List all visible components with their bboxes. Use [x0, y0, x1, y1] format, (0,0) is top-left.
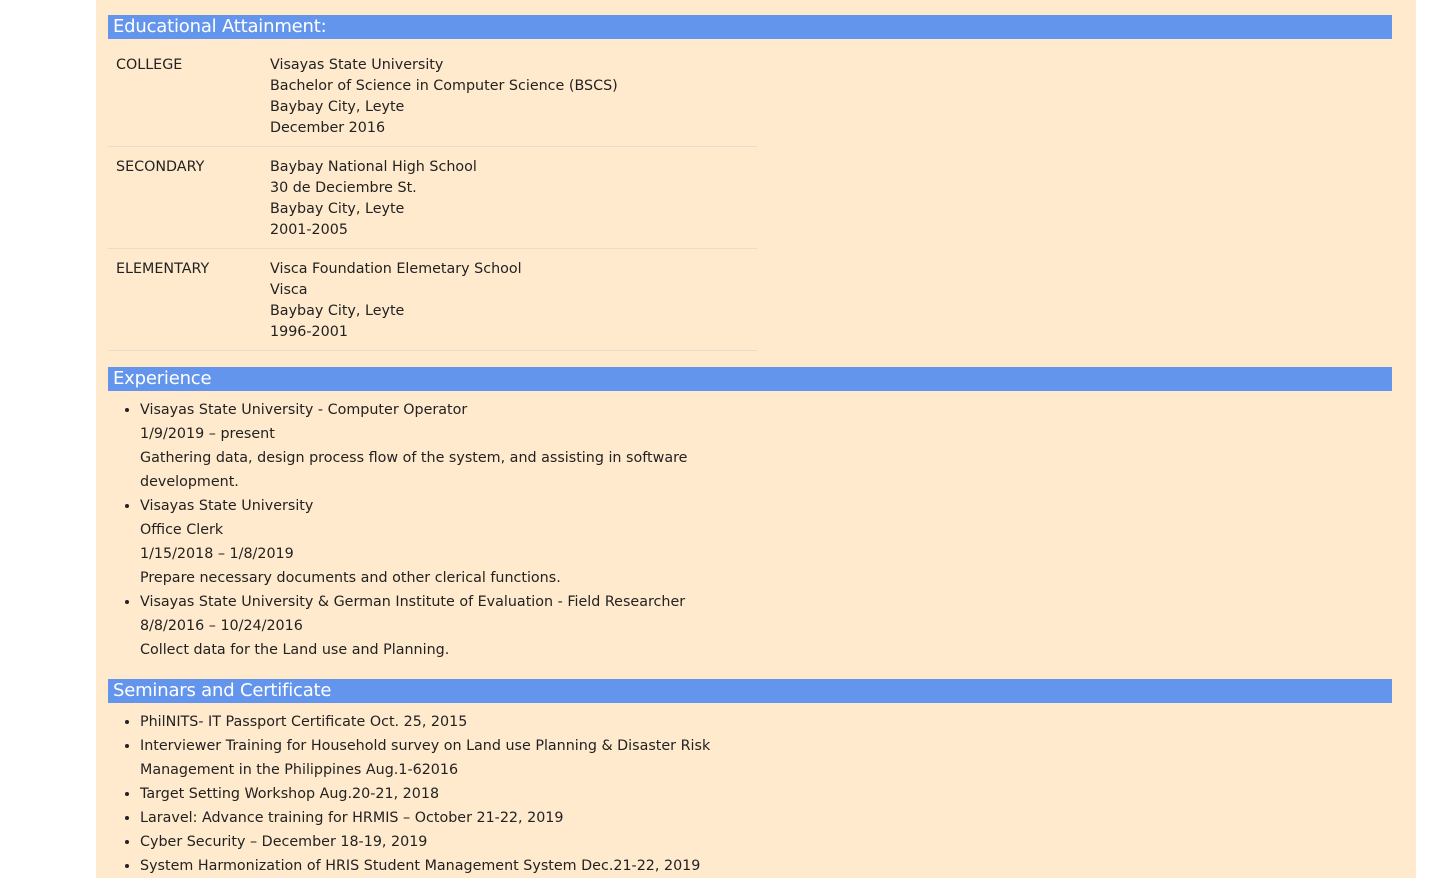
- education-level: ELEMENTARY: [116, 261, 210, 277]
- education-heading: Educational Attainment:: [108, 15, 1392, 39]
- education-level: COLLEGE: [116, 57, 183, 73]
- seminars-list: PhilNITS- IT Passport Certificate Oct. 2…: [108, 710, 720, 878]
- resume-page: Educational Attainment: COLLEGE Visayas …: [96, 0, 1416, 878]
- list-item: System Harmonization of HRIS Student Man…: [140, 854, 720, 878]
- school-name: Visca Foundation Elemetary School: [270, 261, 522, 277]
- job-dates: 8/8/2016 – 10/24/2016: [140, 618, 303, 634]
- experience-heading: Experience: [108, 367, 1392, 391]
- school-name: Baybay National High School: [270, 159, 477, 175]
- list-item: Interviewer Training for Household surve…: [140, 734, 720, 782]
- job-description: Collect data for the Land use and Planni…: [140, 642, 450, 658]
- list-item: Laravel: Advance training for HRMIS – Oc…: [140, 806, 720, 830]
- list-item: Visayas State University - Computer Oper…: [140, 398, 700, 494]
- degree: Bachelor of Science in Computer Science …: [270, 78, 618, 94]
- location: Baybay City, Leyte: [270, 99, 405, 115]
- job-title: Office Clerk: [140, 522, 224, 538]
- list-item: Visayas State University & German Instit…: [140, 590, 700, 662]
- job-title: Visayas State University & German Instit…: [140, 594, 686, 610]
- table-row: ELEMENTARY Visca Foundation Elemetary Sc…: [108, 249, 757, 351]
- job-dates: 1/15/2018 – 1/8/2019: [140, 546, 294, 562]
- job-description: Prepare necessary documents and other cl…: [140, 570, 561, 586]
- education-details: Baybay National High School 30 de Deciem…: [262, 147, 757, 249]
- experience-list: Visayas State University - Computer Oper…: [108, 398, 700, 662]
- date: December 2016: [270, 120, 386, 136]
- education-details: Visca Foundation Elemetary School Visca …: [262, 249, 757, 351]
- school-name: Visayas State University: [270, 57, 444, 73]
- list-item: PhilNITS- IT Passport Certificate Oct. 2…: [140, 710, 720, 734]
- address: Visca: [270, 282, 308, 298]
- education-table: COLLEGE Visayas State University Bachelo…: [108, 45, 757, 351]
- location: Baybay City, Leyte: [270, 303, 405, 319]
- table-row: SECONDARY Baybay National High School 30…: [108, 147, 757, 249]
- list-item: Target Setting Workshop Aug.20-21, 2018: [140, 782, 720, 806]
- address: 30 de Deciembre St.: [270, 180, 417, 196]
- job-description: Gathering data, design process flow of t…: [140, 450, 688, 490]
- job-dates: 1/9/2019 – present: [140, 426, 275, 442]
- seminars-heading: Seminars and Certificate: [108, 679, 1392, 703]
- job-employer: Visayas State University: [140, 498, 314, 514]
- location: Baybay City, Leyte: [270, 201, 405, 217]
- education-level: SECONDARY: [116, 159, 205, 175]
- date: 1996-2001: [270, 324, 348, 340]
- table-row: COLLEGE Visayas State University Bachelo…: [108, 45, 757, 147]
- list-item: Cyber Security – December 18-19, 2019: [140, 830, 720, 854]
- job-title: Visayas State University - Computer Oper…: [140, 402, 468, 418]
- education-details: Visayas State University Bachelor of Sci…: [262, 45, 757, 147]
- date: 2001-2005: [270, 222, 348, 238]
- list-item: Visayas State University Office Clerk 1/…: [140, 494, 700, 590]
